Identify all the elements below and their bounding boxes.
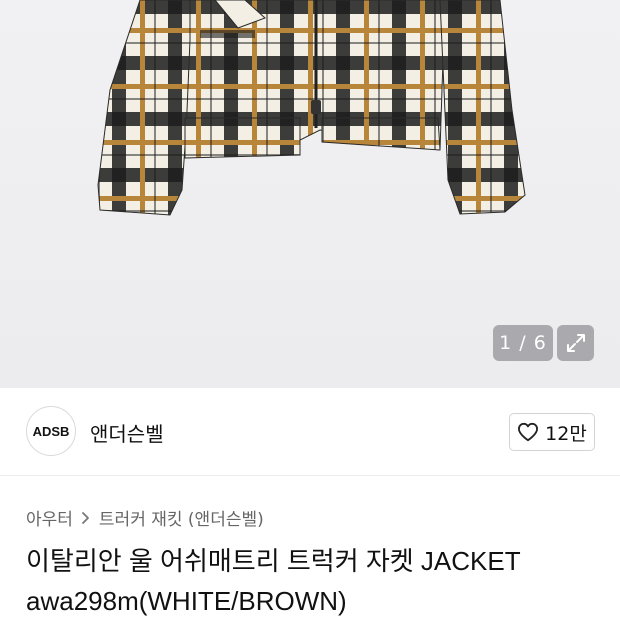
breadcrumb: 아우터 트러커 재킷 (앤더슨벨) [26, 505, 264, 530]
image-counter: 1 / 6 [493, 325, 553, 361]
like-count: 12만 [545, 422, 587, 445]
chevron-right-icon [82, 511, 89, 524]
like-button[interactable]: 12만 [509, 413, 595, 451]
heart-outline-icon [518, 422, 539, 442]
product-title: 이탈리안 울 어쉬매트리 트럭커 자켓 JACKET awa298m(WHITE… [26, 546, 521, 616]
breadcrumb-category[interactable]: 아우터 [26, 505, 73, 530]
seller-section: ADSB 앤더슨벨 12만 [0, 388, 620, 476]
expand-button[interactable] [557, 325, 594, 361]
seller-name[interactable]: 앤더슨벨 [90, 418, 164, 447]
seller-avatar[interactable]: ADSB [26, 406, 76, 456]
product-image-gallery[interactable]: 1 / 6 [0, 0, 620, 388]
breadcrumb-subcategory[interactable]: 트러커 재킷 (앤더슨벨) [99, 505, 264, 530]
expand-icon [566, 334, 585, 352]
